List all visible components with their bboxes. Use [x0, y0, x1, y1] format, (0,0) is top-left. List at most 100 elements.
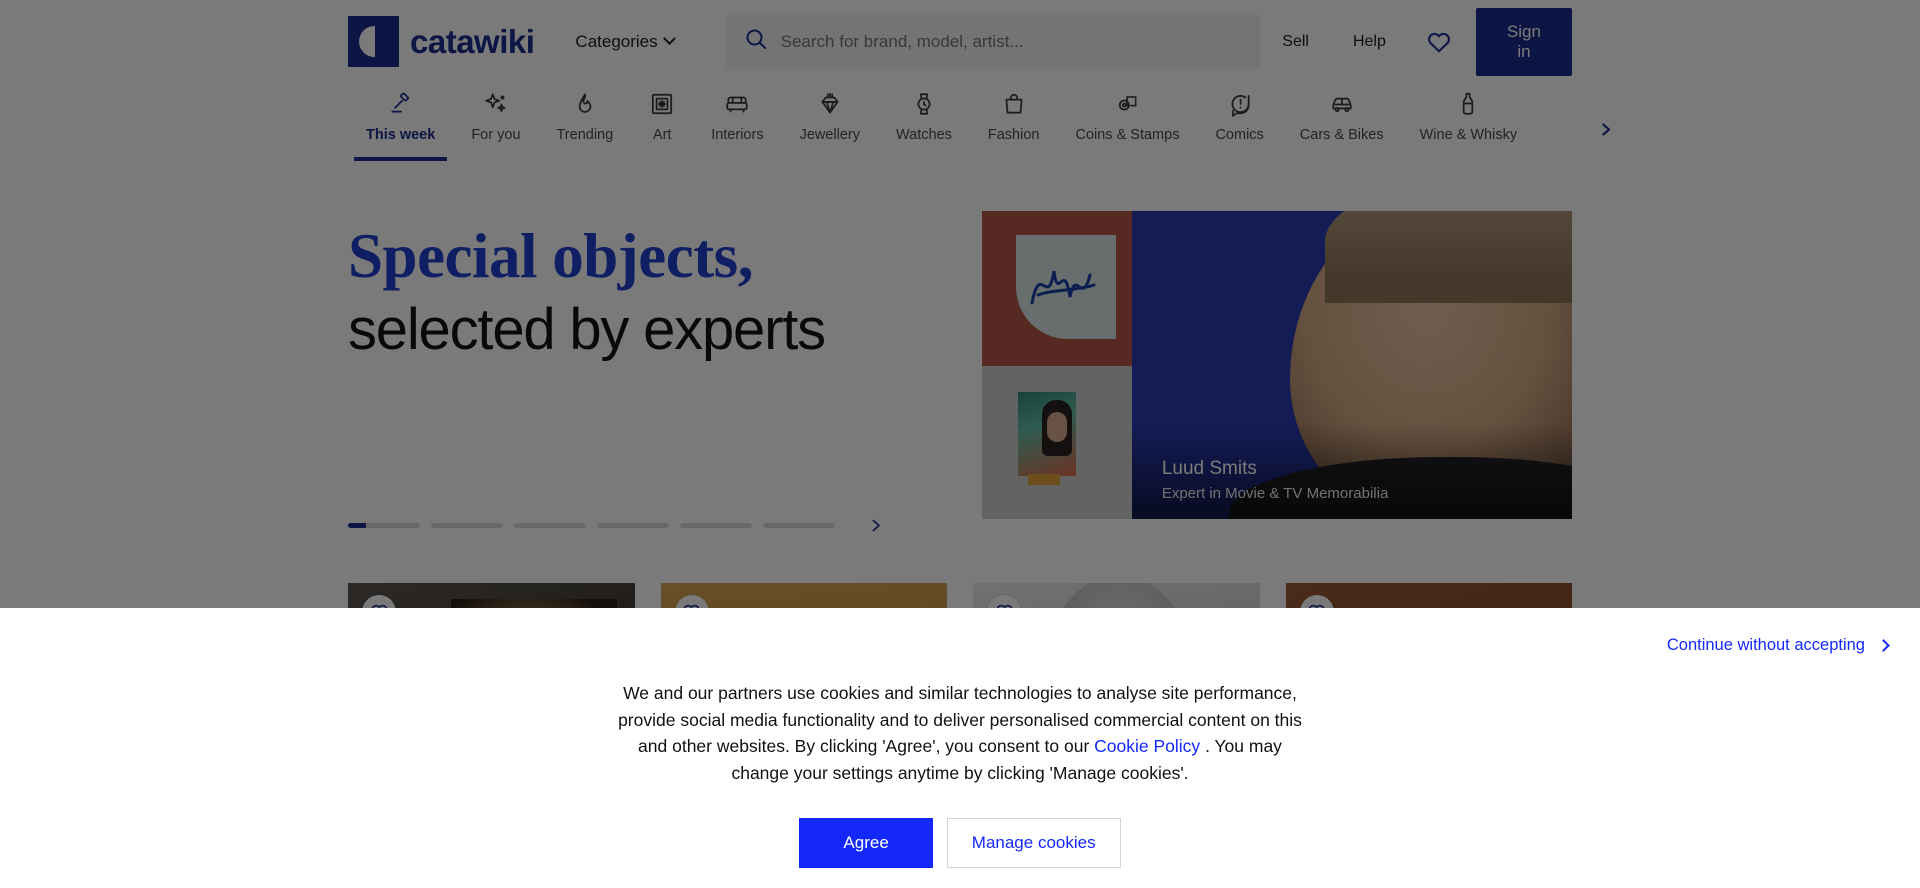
hero-carousel-progress: [348, 513, 954, 539]
category-nav-next-button[interactable]: [1590, 114, 1620, 144]
watch-icon: [917, 93, 931, 115]
chevron-right-icon: [1877, 639, 1890, 652]
collage-leia-photo-image: [981, 366, 1132, 519]
category-nav-item-label: Coins & Stamps: [1075, 127, 1180, 143]
car-icon: [1332, 97, 1352, 113]
framed-art-icon-wrap: [649, 89, 675, 119]
category-nav-item-label: Comics: [1215, 127, 1264, 143]
flame-icon-wrap: [572, 89, 598, 119]
hero-progress-bar-1[interactable]: [348, 523, 420, 528]
watch-icon-wrap: [911, 89, 937, 119]
catawiki-logo-icon: [348, 16, 399, 67]
sign-in-button[interactable]: Sign in: [1475, 7, 1572, 76]
category-nav-item-watches[interactable]: Watches: [878, 83, 970, 143]
sparkles-icon: [485, 93, 506, 112]
speech-bubble-icon: [1231, 95, 1250, 117]
hero-section: Special objects, selected by experts Luu…: [0, 175, 1920, 539]
manage-cookies-button[interactable]: Manage cookies: [946, 818, 1121, 869]
category-nav-item-label: This week: [366, 127, 436, 143]
gem-icon: [821, 92, 839, 114]
expert-name: Luud Smits: [1161, 457, 1257, 479]
heart-icon: [1427, 32, 1450, 53]
header-actions: Sell Help Sign in: [1260, 7, 1572, 76]
category-nav-item-label: Cars & Bikes: [1299, 127, 1384, 143]
category-nav-item-label: Watches: [896, 127, 952, 143]
hero-headline-line1: Special objects,: [348, 221, 753, 291]
search-input[interactable]: [780, 31, 1243, 52]
category-nav: This week For you Trending Art Interiors Jewe…: [0, 83, 1920, 175]
logo[interactable]: catawiki: [348, 16, 535, 67]
cookie-action-buttons: Agree Manage cookies: [610, 818, 1310, 869]
chevron-right-icon: [872, 519, 880, 532]
search-bar[interactable]: [725, 15, 1261, 68]
hero-progress-bar-4[interactable]: [597, 523, 669, 528]
category-nav-item-label: Trending: [556, 127, 614, 143]
hero-media-collage[interactable]: Luud Smits Expert in Movie & TV Memorabi…: [981, 211, 1572, 519]
coin-stamp-icon-wrap: [1114, 89, 1140, 119]
sofa-icon: [726, 96, 748, 113]
category-nav-item-label: Art: [652, 127, 672, 143]
category-nav-item-this-week[interactable]: This week: [348, 83, 453, 161]
coin-stamp-icon: [1119, 96, 1138, 111]
flame-icon: [578, 93, 592, 113]
hero-next-button[interactable]: [862, 513, 888, 539]
search-icon: [744, 27, 768, 56]
hero-headline-line2: selected by experts: [348, 296, 826, 362]
category-nav-item-for-you[interactable]: For you: [453, 83, 538, 143]
cookie-consent-text: We and our partners use cookies and simi…: [610, 608, 1310, 869]
collage-autograph-image: [981, 211, 1132, 366]
category-nav-item-interiors[interactable]: Interiors: [693, 83, 781, 143]
hero-progress-bar-3[interactable]: [514, 523, 586, 528]
bottle-icon-wrap: [1455, 89, 1481, 119]
hero-headline: Special objects, selected by experts: [348, 221, 954, 363]
chevron-down-icon: [662, 32, 676, 46]
expert-role: Expert in Movie & TV Memorabilia: [1161, 485, 1389, 503]
hero-progress-bar-6[interactable]: [763, 523, 835, 528]
help-link[interactable]: Help: [1331, 33, 1408, 51]
gavel-icon: [391, 92, 409, 113]
category-nav-list: This week For you Trending Art Interiors Jewe…: [348, 83, 1920, 161]
agree-button[interactable]: Agree: [799, 818, 933, 869]
bottle-icon: [1463, 92, 1474, 115]
category-nav-item-label: Fashion: [987, 127, 1040, 143]
category-nav-item-label: Wine & Whisky: [1419, 127, 1518, 143]
category-nav-item-label: Jewellery: [799, 127, 861, 143]
continue-without-accepting-link[interactable]: Continue without accepting: [1666, 636, 1890, 655]
categories-menu-button[interactable]: Categories: [575, 31, 676, 52]
site-header: catawiki Categories Sell Help: [0, 0, 1920, 83]
categories-label: Categories: [575, 31, 658, 51]
category-nav-item-cars-bikes[interactable]: Cars & Bikes: [1282, 83, 1402, 143]
cookie-consent-banner: Continue without accepting We and our pa…: [0, 608, 1920, 888]
category-nav-item-comics[interactable]: Comics: [1197, 83, 1281, 143]
gavel-icon-wrap: [388, 89, 414, 119]
collage-expert-portrait-image: Luud Smits Expert in Movie & TV Memorabi…: [1131, 211, 1572, 519]
category-nav-item-label: For you: [471, 127, 521, 143]
cookie-policy-link[interactable]: Cookie Policy: [1094, 736, 1200, 756]
hero-text-block: Special objects, selected by experts: [348, 211, 954, 539]
handbag-icon: [1005, 94, 1023, 114]
category-nav-item-fashion[interactable]: Fashion: [970, 83, 1058, 143]
category-nav-item-jewellery[interactable]: Jewellery: [782, 83, 878, 143]
handbag-icon-wrap: [1001, 89, 1027, 119]
favourites-button[interactable]: [1408, 29, 1476, 55]
collage-left-column: [981, 211, 1132, 519]
category-nav-item-label: Interiors: [711, 127, 764, 143]
sell-link[interactable]: Sell: [1260, 33, 1331, 51]
category-nav-item-art[interactable]: Art: [631, 83, 693, 143]
continue-without-accepting-label: Continue without accepting: [1666, 636, 1865, 654]
category-nav-item-coins-stamps[interactable]: Coins & Stamps: [1057, 83, 1197, 143]
sparkles-icon-wrap: [483, 89, 509, 119]
page-root: catawiki Categories Sell Help: [0, 0, 1920, 888]
sofa-icon-wrap: [724, 89, 750, 119]
gem-icon-wrap: [817, 89, 843, 119]
chevron-right-icon: [1601, 122, 1610, 136]
category-nav-item-trending[interactable]: Trending: [538, 83, 631, 143]
brand-name: catawiki: [410, 22, 535, 60]
expert-caption: Luud Smits Expert in Movie & TV Memorabi…: [1131, 423, 1572, 519]
hero-progress-bar-2[interactable]: [431, 523, 503, 528]
car-icon-wrap: [1329, 89, 1355, 119]
hero-progress-bar-5[interactable]: [680, 523, 752, 528]
category-nav-item-wine-whisky[interactable]: Wine & Whisky: [1402, 83, 1536, 143]
framed-art-icon: [652, 93, 673, 115]
speech-bubble-icon-wrap: [1227, 89, 1253, 119]
